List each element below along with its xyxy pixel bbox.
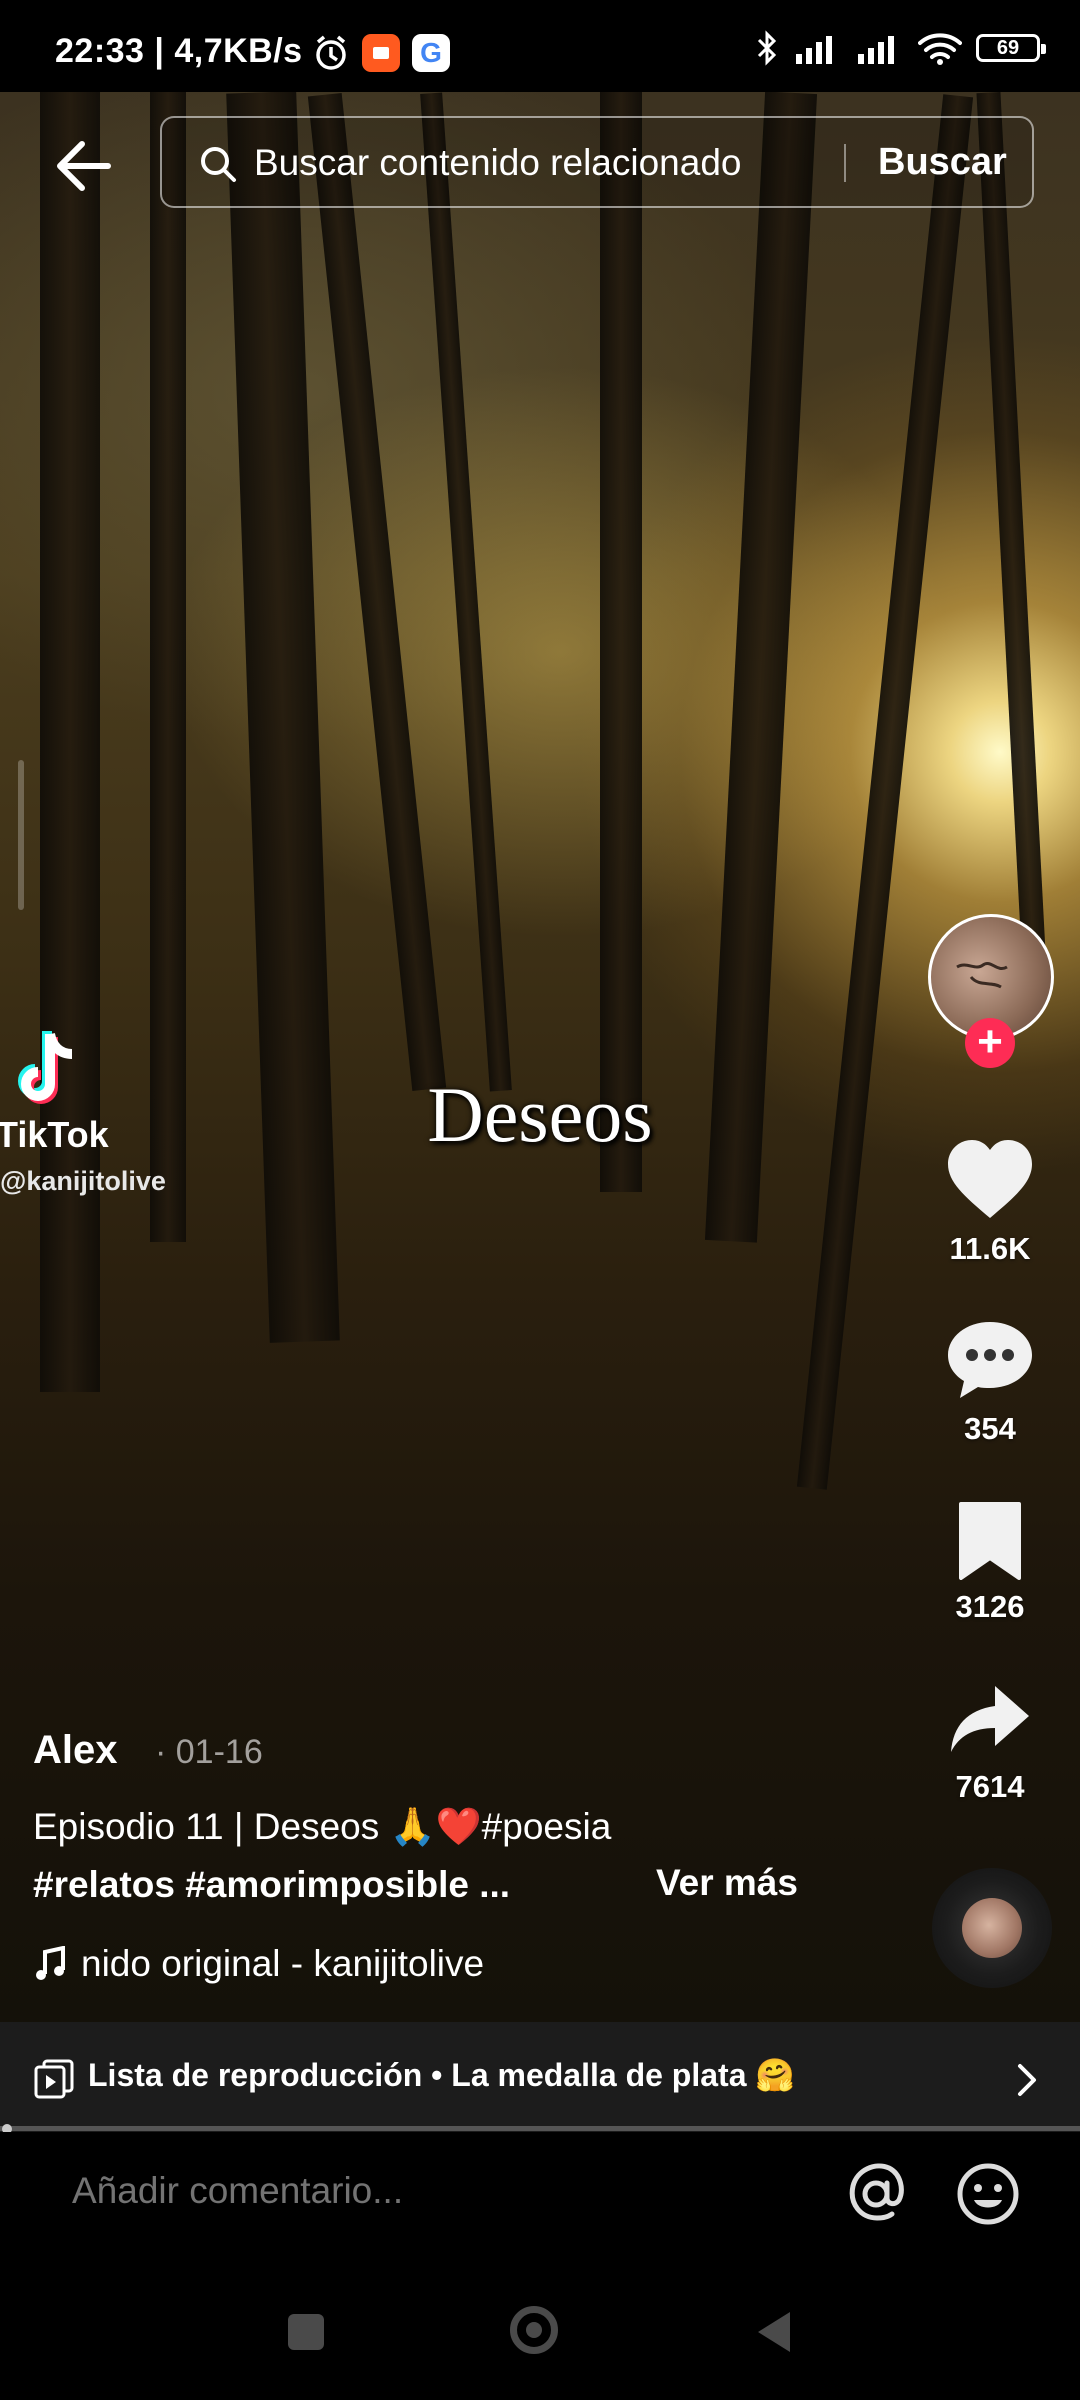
video-overlay-title: Deseos [427,1071,653,1158]
wifi-icon [918,33,962,65]
arrow-left-icon [57,141,111,191]
comment-icon [948,1322,1032,1398]
emoji-icon[interactable] [954,2160,1022,2228]
comment-input[interactable]: Añadir comentario... [72,2170,403,2212]
search-icon [201,147,236,182]
back-button[interactable] [48,130,120,202]
music-note-icon [36,1946,65,1980]
search-input[interactable]: Buscar contenido relacionado [254,142,742,184]
search-divider [844,144,846,182]
music-disc[interactable] [932,1868,1052,1988]
music-disc-cover [962,1898,1022,1958]
status-time: 22:33 | 4,7KB/s [55,32,303,70]
bookmark-count: 3126 [955,1589,1025,1624]
follow-button[interactable]: + [965,1018,1015,1068]
caption-text: Episodio 11 | Deseos 🙏❤️#poesia [33,1806,612,1847]
comment-button[interactable]: 354 [930,1318,1050,1447]
signal-icon [796,36,832,64]
music-info[interactable]: nido original - kanijitolive [33,1943,484,1985]
search-button[interactable]: Buscar [878,141,1007,184]
chevron-right-icon [1018,2064,1036,2096]
author-name[interactable]: Alex [33,1728,118,1773]
status-bar: 22:33 | 4,7KB/s G 69 [0,0,1080,92]
caption-hashtags[interactable]: #relatos #amorimposible ... [33,1864,510,1906]
playlist-icon [34,2059,74,2099]
comment-bar: Añadir comentario... [0,2132,1080,2262]
like-count: 11.6K [949,1231,1031,1266]
home-button[interactable] [510,2306,558,2354]
search-bar[interactable]: Buscar contenido relacionado Buscar [160,116,1034,208]
nav-back-icon[interactable] [754,2308,794,2356]
playlist-label: Lista de reproducción • La medalla de pl… [88,2057,796,2093]
share-count: 7614 [955,1769,1025,1804]
post-date: · 01-16 [155,1733,263,1771]
bluetooth-icon [757,30,777,66]
playlist-bar[interactable]: Lista de reproducción • La medalla de pl… [0,2022,1080,2132]
share-button[interactable]: 7614 [930,1680,1050,1805]
bookmark-icon [959,1502,1021,1580]
video-app-icon [362,34,400,72]
drag-handle[interactable] [18,760,24,910]
recents-button[interactable] [288,2314,324,2350]
comment-count: 354 [964,1411,1016,1446]
music-title: nido original - kanijitolive [81,1943,485,1984]
bookmark-button[interactable]: 3126 [930,1500,1050,1625]
mention-icon[interactable] [842,2160,910,2228]
signal-icon-2 [858,36,894,64]
google-icon: G [412,34,450,72]
alarm-icon [316,35,346,70]
like-button[interactable]: 11.6K [930,1138,1050,1267]
notification-icons: G [312,34,450,72]
share-icon [951,1686,1029,1752]
status-icons: 69 [754,30,1046,66]
video-progress-bar[interactable] [0,2126,1080,2131]
system-navigation-bar [0,2262,1080,2400]
heart-icon [948,1140,1032,1218]
battery-icon: 69 [976,34,1046,62]
watermark-username: @kanijitolive [0,1166,166,1196]
see-more-button[interactable]: Ver más [656,1862,798,1904]
